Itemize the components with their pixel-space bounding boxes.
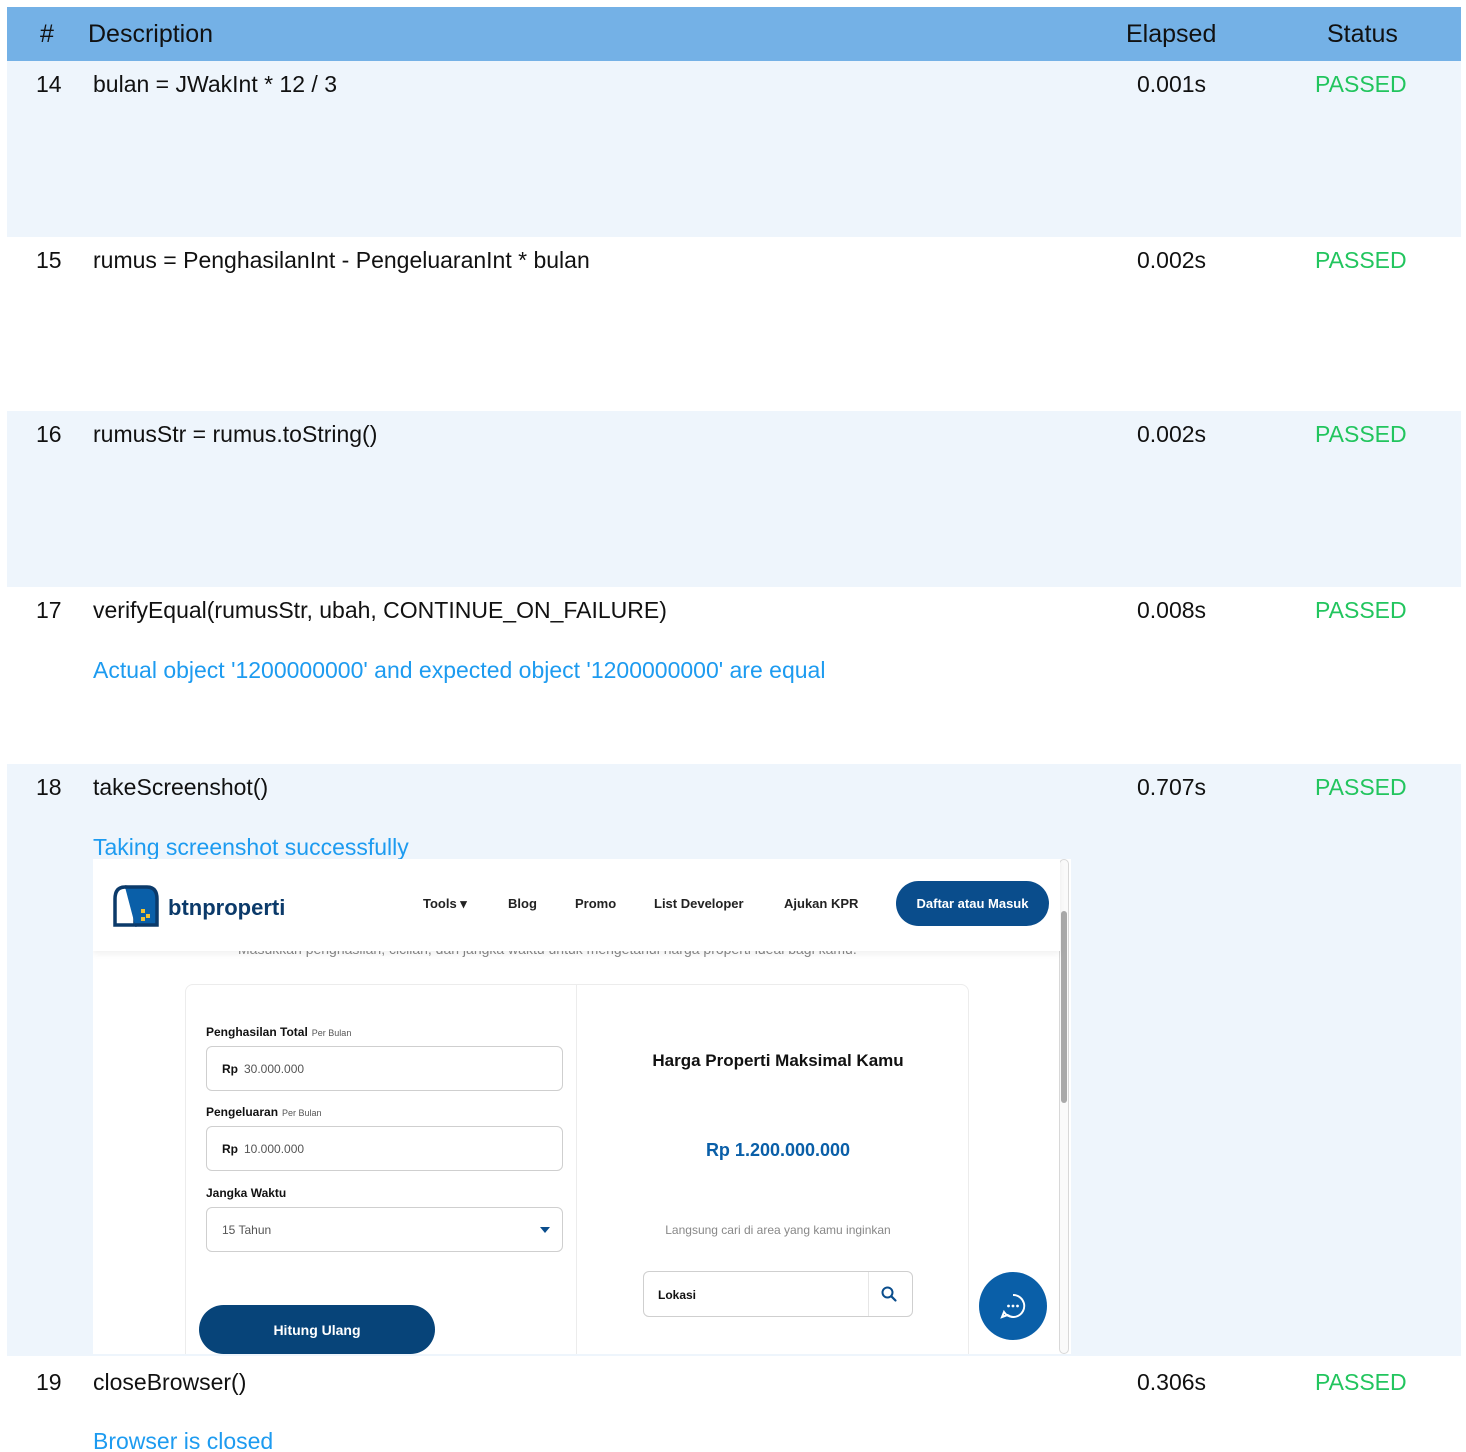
result-hint: Langsung cari di area yang kamu inginkan bbox=[665, 1223, 891, 1237]
step-description: bulan = JWakInt * 12 / 3 bbox=[93, 71, 337, 97]
step-message: Taking screenshot successfully bbox=[93, 834, 409, 860]
step-description: closeBrowser() bbox=[93, 1369, 247, 1395]
chat-button[interactable] bbox=[979, 1272, 1047, 1340]
step-message: Actual object '1200000000' and expected … bbox=[93, 657, 826, 683]
nav-blog[interactable]: Blog bbox=[508, 896, 537, 911]
term-label: Jangka Waktu bbox=[206, 1186, 287, 1200]
step-number: 17 bbox=[36, 597, 62, 623]
step-status: PASSED bbox=[1315, 597, 1407, 623]
table-row: 17 verifyEqual(rumusStr, ubah, CONTINUE_… bbox=[7, 587, 1461, 763]
header-elapsed: Elapsed bbox=[1126, 20, 1217, 48]
nav-promo[interactable]: Promo bbox=[575, 896, 616, 911]
test-report: # Description Elapsed Status 14 bulan = … bbox=[0, 0, 1466, 1452]
step-elapsed: 0.001s bbox=[1137, 71, 1207, 97]
step-number: 14 bbox=[36, 71, 62, 97]
table-row: 16 rumusStr = rumus.toString() 0.002s PA… bbox=[7, 411, 1461, 587]
step-elapsed: 0.306s bbox=[1137, 1369, 1207, 1395]
result-value: Rp 1.200.000.000 bbox=[705, 1140, 851, 1160]
step-number: 18 bbox=[36, 774, 62, 800]
location-search[interactable]: Lokasi bbox=[643, 1271, 913, 1317]
step-status: PASSED bbox=[1315, 247, 1407, 273]
header-num: # bbox=[40, 20, 54, 48]
step-elapsed: 0.008s bbox=[1137, 597, 1207, 623]
step-elapsed: 0.707s bbox=[1137, 774, 1207, 800]
expense-field[interactable]: Rp 10.000.000 bbox=[206, 1126, 563, 1171]
login-button[interactable]: Daftar atau Masuk bbox=[896, 881, 1049, 926]
step-description: rumus = PenghasilanInt - PengeluaranInt … bbox=[93, 247, 590, 273]
result-title: Harga Properti Maksimal Kamu bbox=[652, 1051, 904, 1070]
step-status: PASSED bbox=[1315, 774, 1407, 800]
nav-tools[interactable]: Tools ▾ bbox=[423, 896, 467, 912]
nav-ajukan-kpr[interactable]: Ajukan KPR bbox=[784, 896, 858, 911]
header-description: Description bbox=[88, 20, 214, 48]
step-status: PASSED bbox=[1315, 1369, 1407, 1395]
chevron-down-icon bbox=[540, 1227, 550, 1233]
nav-list-developer[interactable]: List Developer bbox=[654, 896, 744, 911]
chat-icon bbox=[1000, 1293, 1026, 1319]
search-icon[interactable] bbox=[880, 1285, 898, 1303]
step-number: 15 bbox=[36, 247, 62, 273]
step-description: takeScreenshot() bbox=[93, 774, 269, 800]
step-description: rumusStr = rumus.toString() bbox=[93, 421, 378, 447]
income-label: Penghasilan Total Per Bulan bbox=[206, 1025, 352, 1039]
table-row: 14 bulan = JWakInt * 12 / 3 0.001s PASSE… bbox=[7, 61, 1461, 237]
step-message: Browser is closed bbox=[93, 1428, 274, 1452]
table-header: # Description Elapsed Status bbox=[7, 7, 1461, 61]
brand-name: btnproperti bbox=[168, 895, 286, 920]
step-elapsed: 0.002s bbox=[1137, 421, 1207, 447]
card-divider bbox=[576, 984, 577, 1354]
scrollbar-thumb[interactable] bbox=[1061, 911, 1067, 1103]
step-status: PASSED bbox=[1315, 421, 1407, 447]
btnproperti-logo-icon bbox=[113, 885, 159, 927]
header-status: Status bbox=[1327, 20, 1398, 48]
term-select[interactable]: 15 Tahun bbox=[206, 1207, 563, 1252]
step-description: verifyEqual(rumusStr, ubah, CONTINUE_ON_… bbox=[93, 597, 667, 623]
site-navbar: btnproperti Tools ▾ Blog Promo List Deve… bbox=[93, 859, 1060, 951]
location-input[interactable]: Lokasi bbox=[658, 1288, 696, 1302]
income-field[interactable]: Rp 30.000.000 bbox=[206, 1046, 563, 1091]
step-elapsed: 0.002s bbox=[1137, 247, 1207, 273]
recalculate-button[interactable]: Hitung Ulang bbox=[199, 1305, 435, 1354]
step-number: 19 bbox=[36, 1369, 62, 1395]
step-status: PASSED bbox=[1315, 71, 1407, 97]
embedded-screenshot: btnproperti Tools ▾ Blog Promo List Deve… bbox=[93, 859, 1071, 1354]
expense-label: Pengeluaran Per Bulan bbox=[206, 1105, 322, 1119]
step-number: 16 bbox=[36, 421, 62, 447]
table-row: 15 rumus = PenghasilanInt - PengeluaranI… bbox=[7, 237, 1461, 413]
table-row: 19 closeBrowser() 0.306s PASSED Browser … bbox=[7, 1359, 1461, 1452]
